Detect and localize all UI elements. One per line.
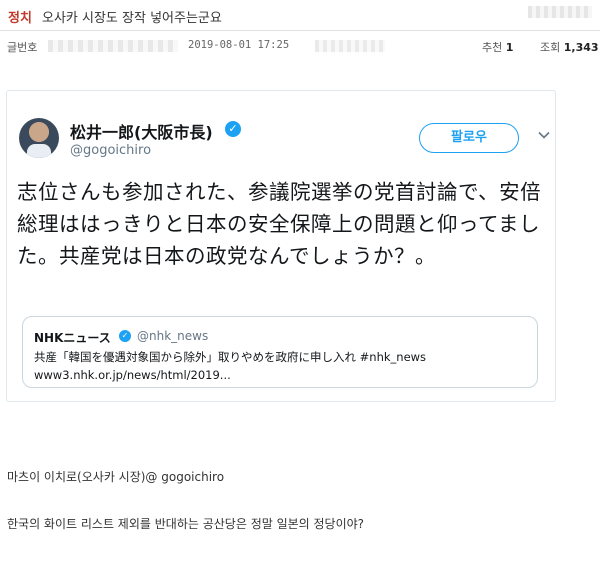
quoted-tweet[interactable]: NHKニュース ✓ @nhk_news 共産「韓国を優遇対象国から除外」取りやめ… [22, 316, 538, 388]
blurred-post-number [48, 40, 178, 52]
post-header: 정치 오사카 시장도 장작 넣어주는군요 [0, 0, 600, 31]
post-comment: 한국의 화이트 리스트 제외를 반대하는 공산당은 정말 일본의 정당이야? [7, 517, 365, 531]
post-title: 오사카 시장도 장작 넣어주는군요 [42, 11, 222, 26]
blurred-ip [315, 40, 385, 52]
verified-icon: ✓ [225, 121, 241, 137]
quoted-link[interactable]: www3.nhk.or.jp/news/html/2019... [34, 368, 231, 382]
chevron-down-icon[interactable] [538, 129, 550, 141]
quoted-name: NHKニュース [34, 331, 111, 345]
embedded-tweet[interactable]: 松井一郎(大阪市長) ✓ @gogoichiro 팔로우 志位さんも参加された、… [6, 90, 556, 402]
recommend-count: 추천 1 [482, 41, 514, 54]
tweet-text: 志位さんも参加された、参議院選挙の党首討論で、安倍総理ははっきりと日本の安全保障… [17, 180, 542, 268]
verified-icon: ✓ [119, 330, 131, 342]
follow-button[interactable]: 팔로우 [419, 123, 519, 153]
post-meta: 글번호 2019-08-01 17:25 추천 1 조회 1,343 [0, 38, 600, 58]
tweet-display-name[interactable]: 松井一郎(大阪市長) [70, 119, 213, 143]
quoted-text: 共産「韓国を優遇対象国から除外」取りやめを政府に申し入れ #nhk_news [34, 350, 427, 364]
post-number-label: 글번호 [7, 41, 38, 54]
avatar[interactable] [19, 118, 59, 158]
post-caption: 마츠이 이치로(오사카 시장)@ gogoichiro [7, 470, 225, 484]
blurred-author [528, 6, 592, 18]
quoted-handle: @nhk_news [137, 329, 209, 343]
tweet-handle[interactable]: @gogoichiro [70, 143, 151, 158]
post-category[interactable]: 정치 [8, 7, 32, 26]
post-datetime: 2019-08-01 17:25 [188, 39, 290, 51]
view-count: 조회 1,343 [540, 41, 599, 54]
